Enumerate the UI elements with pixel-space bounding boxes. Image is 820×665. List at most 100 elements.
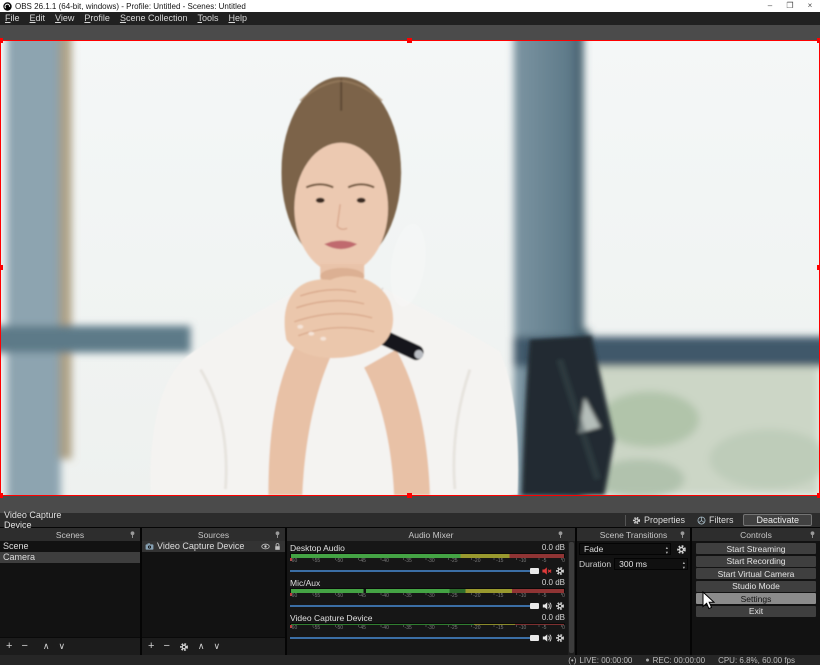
scene-transitions-header[interactable]: Scene Transitions — [577, 528, 690, 541]
move-source-down-button[interactable]: ∨ — [213, 642, 220, 651]
properties-button[interactable]: Properties — [626, 513, 691, 528]
move-source-up-button[interactable]: ∧ — [198, 642, 205, 651]
pin-icon[interactable] — [808, 530, 817, 539]
source-properties-gear-icon[interactable] — [179, 642, 189, 652]
mixer-scrollbar[interactable] — [568, 541, 575, 655]
start-virtual-camera-button[interactable]: Start Virtual Camera — [696, 568, 816, 579]
controls-title: Controls — [740, 530, 772, 540]
controls-panel: Controls Start Streaming Start Recording… — [692, 528, 820, 655]
channel-db-value: 0.0 dB — [542, 613, 565, 623]
add-scene-button[interactable]: + — [6, 641, 12, 652]
scene-transitions-title: Scene Transitions — [600, 530, 668, 540]
resize-handle-middle-left[interactable] — [0, 265, 3, 270]
speaker-icon[interactable] — [542, 601, 552, 611]
video-preview-image — [1, 41, 819, 495]
menu-edit[interactable]: Edit — [25, 12, 51, 25]
pin-icon[interactable] — [128, 530, 137, 539]
start-streaming-button[interactable]: Start Streaming — [696, 543, 816, 554]
resize-handle-bottom-left[interactable] — [0, 493, 3, 498]
mixer-channel-desktop-audio: Desktop Audio 0.0 dB -60-55-50-45-40-35-… — [290, 543, 565, 576]
remove-source-button[interactable]: − — [163, 641, 169, 652]
broadcast-icon: (•) — [568, 656, 576, 665]
close-button[interactable]: × — [800, 0, 820, 12]
scenes-panel-title: Scenes — [56, 530, 84, 540]
lock-icon[interactable] — [273, 542, 282, 551]
selected-source-toolbar: Video Capture Device Properties Filters … — [0, 513, 820, 528]
gear-icon — [632, 516, 641, 525]
move-scene-down-button[interactable]: ∨ — [58, 642, 65, 651]
transition-settings-button[interactable] — [674, 543, 688, 555]
move-scene-up-button[interactable]: ∧ — [43, 642, 50, 651]
cpu-status: CPU: 6.8%, 60.00 fps — [718, 656, 795, 665]
speaker-icon[interactable] — [542, 633, 552, 643]
channel-gear-icon[interactable] — [555, 601, 565, 611]
title-bar[interactable]: OBS 26.1.1 (64-bit, windows) - Profile: … — [0, 0, 820, 12]
status-bar: (•) LIVE: 00:00:00 ● REC: 00:00:00 CPU: … — [0, 655, 820, 665]
menu-help[interactable]: Help — [224, 12, 253, 25]
sources-panel: Sources Video Capture Device + − ∧ ∨ — [142, 528, 285, 655]
audio-mixer-body: Desktop Audio 0.0 dB -60-55-50-45-40-35-… — [287, 541, 575, 655]
resize-handle-top-left[interactable] — [0, 38, 3, 43]
scene-list-item-selected[interactable]: Camera — [0, 552, 140, 563]
volume-slider[interactable] — [290, 637, 539, 639]
gear-icon — [676, 544, 687, 555]
pin-icon[interactable] — [273, 530, 282, 539]
obs-window: OBS 26.1.1 (64-bit, windows) - Profile: … — [0, 0, 820, 665]
rec-status: ● REC: 00:00:00 — [645, 656, 705, 665]
sources-panel-title: Sources — [198, 530, 229, 540]
duration-spinbox[interactable]: 300 ms ▴▾ — [614, 558, 688, 570]
video-source-frame[interactable] — [0, 40, 820, 496]
pin-icon[interactable] — [678, 530, 687, 539]
scenes-toolbar: + − ∧ ∨ — [0, 637, 140, 655]
channel-gear-icon[interactable] — [555, 566, 565, 576]
duration-label: Duration — [579, 559, 611, 569]
resize-handle-bottom-center[interactable] — [407, 493, 412, 498]
deactivate-button[interactable]: Deactivate — [743, 514, 812, 526]
transition-select[interactable]: Fade ▴▾ — [579, 543, 671, 555]
maximize-button[interactable]: ❐ — [780, 0, 800, 12]
sources-list: Video Capture Device — [142, 541, 285, 637]
minimize-button[interactable]: – — [760, 0, 780, 12]
channel-db-value: 0.0 dB — [542, 578, 565, 588]
audio-mixer-title: Audio Mixer — [409, 530, 454, 540]
meter-scale: -60-55-50-45-40-35-30-25-20-15-10-50 — [290, 558, 565, 564]
add-source-button[interactable]: + — [148, 641, 154, 652]
scene-list-item[interactable]: Scene — [0, 541, 140, 552]
filter-icon — [697, 516, 706, 525]
scenes-panel-header[interactable]: Scenes — [0, 528, 140, 541]
menu-file[interactable]: File — [0, 12, 25, 25]
volume-slider[interactable] — [290, 570, 539, 572]
resize-handle-top-center[interactable] — [407, 38, 412, 43]
mixer-channel-video-capture: Video Capture Device 0.0 dB -60-55-50-45… — [290, 613, 565, 643]
mixer-channel-mic-aux: Mic/Aux 0.0 dB -60-55-50-45-40-35-30-25-… — [290, 578, 565, 611]
studio-mode-button[interactable]: Studio Mode — [696, 581, 816, 592]
remove-scene-button[interactable]: − — [21, 641, 27, 652]
pin-icon[interactable] — [556, 530, 565, 539]
menu-tools[interactable]: Tools — [193, 12, 224, 25]
channel-name: Mic/Aux — [290, 578, 320, 588]
volume-slider[interactable] — [290, 605, 539, 607]
scenes-panel: Scenes Scene Camera + − ∧ ∨ — [0, 528, 140, 655]
channel-db-value: 0.0 dB — [542, 543, 565, 553]
dock-row: Scenes Scene Camera + − ∧ ∨ Sources — [0, 528, 820, 655]
controls-header[interactable]: Controls — [692, 528, 820, 541]
menu-bar: File Edit View Profile Scene Collection … — [0, 12, 820, 25]
visibility-eye-icon[interactable] — [261, 542, 270, 551]
spin-arrows-icon[interactable]: ▴▾ — [683, 560, 685, 570]
audio-mixer-header[interactable]: Audio Mixer — [287, 528, 575, 541]
source-list-item[interactable]: Video Capture Device — [142, 541, 285, 552]
exit-button[interactable]: Exit — [696, 606, 816, 617]
menu-profile[interactable]: Profile — [79, 12, 115, 25]
menu-view[interactable]: View — [50, 12, 79, 25]
combo-arrows-icon[interactable]: ▴▾ — [666, 545, 668, 555]
obs-logo-icon — [3, 2, 12, 11]
mute-speaker-icon[interactable] — [542, 566, 552, 576]
filters-button[interactable]: Filters — [691, 513, 740, 528]
channel-gear-icon[interactable] — [555, 633, 565, 643]
menu-scene-collection[interactable]: Scene Collection — [115, 12, 193, 25]
settings-button[interactable]: Settings — [696, 593, 816, 604]
start-recording-button[interactable]: Start Recording — [696, 556, 816, 567]
sources-panel-header[interactable]: Sources — [142, 528, 285, 541]
meter-scale: -60-55-50-45-40-35-30-25-20-15-10-50 — [290, 625, 565, 631]
preview-canvas[interactable] — [0, 25, 820, 513]
